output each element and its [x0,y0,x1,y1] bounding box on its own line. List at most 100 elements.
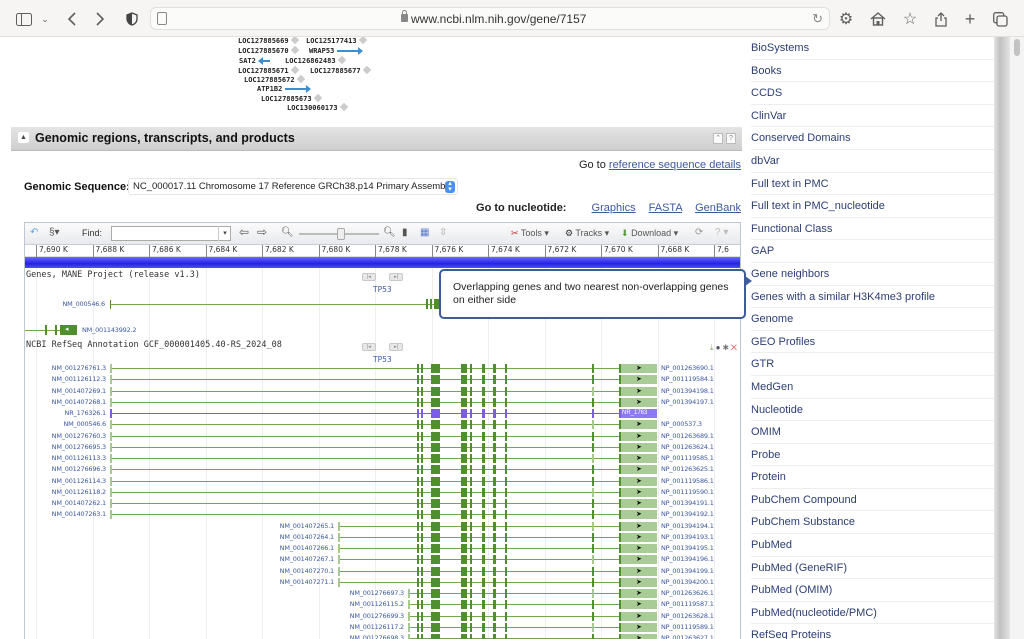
neighbor-gene[interactable]: LOC130060173 [287,102,348,112]
transcript-label[interactable]: NM_001407262.1 [26,499,107,507]
transcript-label[interactable]: NM_001276699.3 [324,612,405,620]
transcript-line[interactable] [338,536,620,538]
protein-label[interactable]: NP_001394197.1 [661,398,714,406]
home-icon[interactable] [868,9,888,29]
sidebar-link[interactable]: PubMed(nucleotide/PMC) [751,602,994,625]
plus-icon[interactable]: + [960,9,980,29]
transcript-label[interactable]: NM_001126114.3 [26,477,107,485]
zoom-slider[interactable] [299,228,379,240]
noncoding-product[interactable]: NR_1763 [621,409,657,418]
transcript-line[interactable] [110,401,620,403]
graphics-link[interactable]: Graphics [592,202,636,214]
help-icon[interactable]: ? [726,133,736,144]
transcript-label[interactable]: NM_001276695.3 [26,443,107,451]
transcript-line[interactable] [338,570,620,572]
protein-label[interactable]: NP_001119585.1 [661,454,714,462]
gene-label-tp53[interactable]: TP53 [373,285,392,294]
cds-block[interactable]: ➤ [621,532,657,542]
transcript-label[interactable]: NM_001407264.1 [254,533,335,541]
transcript-label[interactable]: NM_001126112.3 [26,375,107,383]
transcript-label[interactable]: NM_001276760.3 [26,432,107,440]
sidebar-link[interactable]: Books [751,60,994,83]
transcript-label[interactable]: NM_001407267.1 [254,555,335,563]
protein-label[interactable]: NP_001263689.1 [661,432,714,440]
transcript-line[interactable] [110,480,620,482]
transcript-line[interactable] [110,446,620,448]
protein-label[interactable]: NP_001394199.1 [661,567,714,575]
sidebar-link[interactable]: Genes with a similar H3K4me3 profile [751,286,994,309]
sidebar-link[interactable]: Full text in PMC [751,173,994,196]
cds-block[interactable]: ➤ [621,544,657,553]
protein-label[interactable]: NP_001394191.1 [661,499,714,507]
transcript-label[interactable]: NM_001407269.1 [26,387,107,395]
neighbor-gene[interactable]: SAT2 [239,57,270,65]
sidebar-link[interactable]: RefSeq Proteins [751,624,994,639]
transcript-label[interactable]: NM_001407265.1 [254,522,335,530]
cds-block[interactable]: ➤ [621,600,657,610]
genomic-sequence-select[interactable]: NC_000017.11 Chromosome 17 Reference GRC… [128,178,458,195]
transcript-label[interactable]: NM_001407268.1 [26,398,107,406]
neighbor-gene[interactable]: LOC127885669 [238,37,299,45]
sequence-position-bar[interactable] [25,257,740,268]
tabs-icon[interactable] [990,9,1010,29]
transcript-label[interactable]: NM_001276698.3 [324,634,405,639]
cds-block[interactable]: ➤ [621,420,657,430]
cds-block[interactable]: ➤ [621,386,657,396]
fasta-link[interactable]: FASTA [649,202,682,214]
neighbor-gene[interactable]: LOC127885677 [310,65,371,75]
sidebar-link[interactable]: Genome [751,308,994,331]
transcript-label[interactable]: NM_001276696.3 [26,465,107,473]
layout-icon[interactable]: §▾ [49,227,60,238]
neighbor-gene[interactable]: WRAP53 [309,47,364,55]
track-prev-button[interactable]: |◂ [362,273,376,281]
protein-label[interactable]: NP_001263625.1 [661,465,714,473]
transcript-line[interactable] [110,435,620,437]
star-icon[interactable]: ☆ [900,9,920,29]
sidebar-link[interactable]: Functional Class [751,218,994,241]
transcript-line[interactable] [110,368,620,369]
cds-block[interactable]: ➤ [621,611,657,621]
neighbor-gene[interactable]: LOC127885673 [261,93,322,103]
sidebar-link[interactable]: Full text in PMC_nucleotide [751,195,994,218]
protein-label[interactable]: NP_001119587.1 [661,600,714,608]
transcript-label[interactable]: NM_001276697.3 [324,589,405,597]
zoom-slider-thumb[interactable] [337,228,345,240]
sidebar-link[interactable]: OMIM [751,421,994,444]
transcript-line[interactable] [338,525,620,527]
help-menu-icon[interactable]: ? ▾ [715,227,728,238]
sidebar-link[interactable]: Conserved Domains [751,127,994,150]
sidebar-link[interactable]: GEO Profiles [751,331,994,354]
cds-block[interactable]: ➤ [621,577,657,587]
close-icon[interactable]: ✕ [731,343,737,352]
zoom-in-icon[interactable]: 🔍︎ [383,227,396,238]
protein-label[interactable]: NP_001263626.1 [661,589,714,597]
cds-block[interactable]: ➤ [621,487,657,497]
tools-menu[interactable]: ✂ Tools ▾ [511,228,549,239]
sidebar-link[interactable]: GTR [751,353,994,376]
cds-block[interactable]: ➤ [621,622,657,632]
sidebar-link[interactable]: Gene neighbors [751,263,994,286]
cds-block[interactable]: ➤ [621,465,657,475]
sidebar-icon[interactable] [14,9,34,29]
chevron-down-icon[interactable]: ⌄ [35,9,55,29]
protein-label[interactable]: NP_001263690.1 [661,364,714,372]
protein-label[interactable]: NP_001263628.1 [661,612,714,620]
transcript-label[interactable]: NM_001407271.1 [254,578,335,586]
sidebar-link[interactable]: Probe [751,444,994,467]
reference-sequence-details-link[interactable]: reference sequence details [609,159,741,171]
neighbor-gene[interactable]: LOC127885672 [244,74,305,84]
transcript-line[interactable] [110,491,620,493]
gear-icon[interactable]: ⚙ [836,9,856,29]
download-track-icon[interactable]: ⤓ [710,343,714,352]
protein-label[interactable]: NP_001394195.1 [661,544,714,552]
transcript-label[interactable]: NM_001276761.3 [26,364,107,372]
cds-block[interactable]: ➤ [621,431,657,441]
transcript-line[interactable] [338,581,620,583]
transcript-label[interactable]: NM_000546.6 [26,420,106,428]
protein-label[interactable]: NP_001119586.1 [661,477,714,485]
zoom-out-icon[interactable]: 🔍︎ [281,227,294,238]
undo-icon[interactable]: ↶ [30,227,38,238]
sidebar-link[interactable]: BioSystems [751,37,994,60]
transcript-line[interactable] [110,503,620,504]
neighbor-gene[interactable]: LOC125177413 [306,37,367,45]
